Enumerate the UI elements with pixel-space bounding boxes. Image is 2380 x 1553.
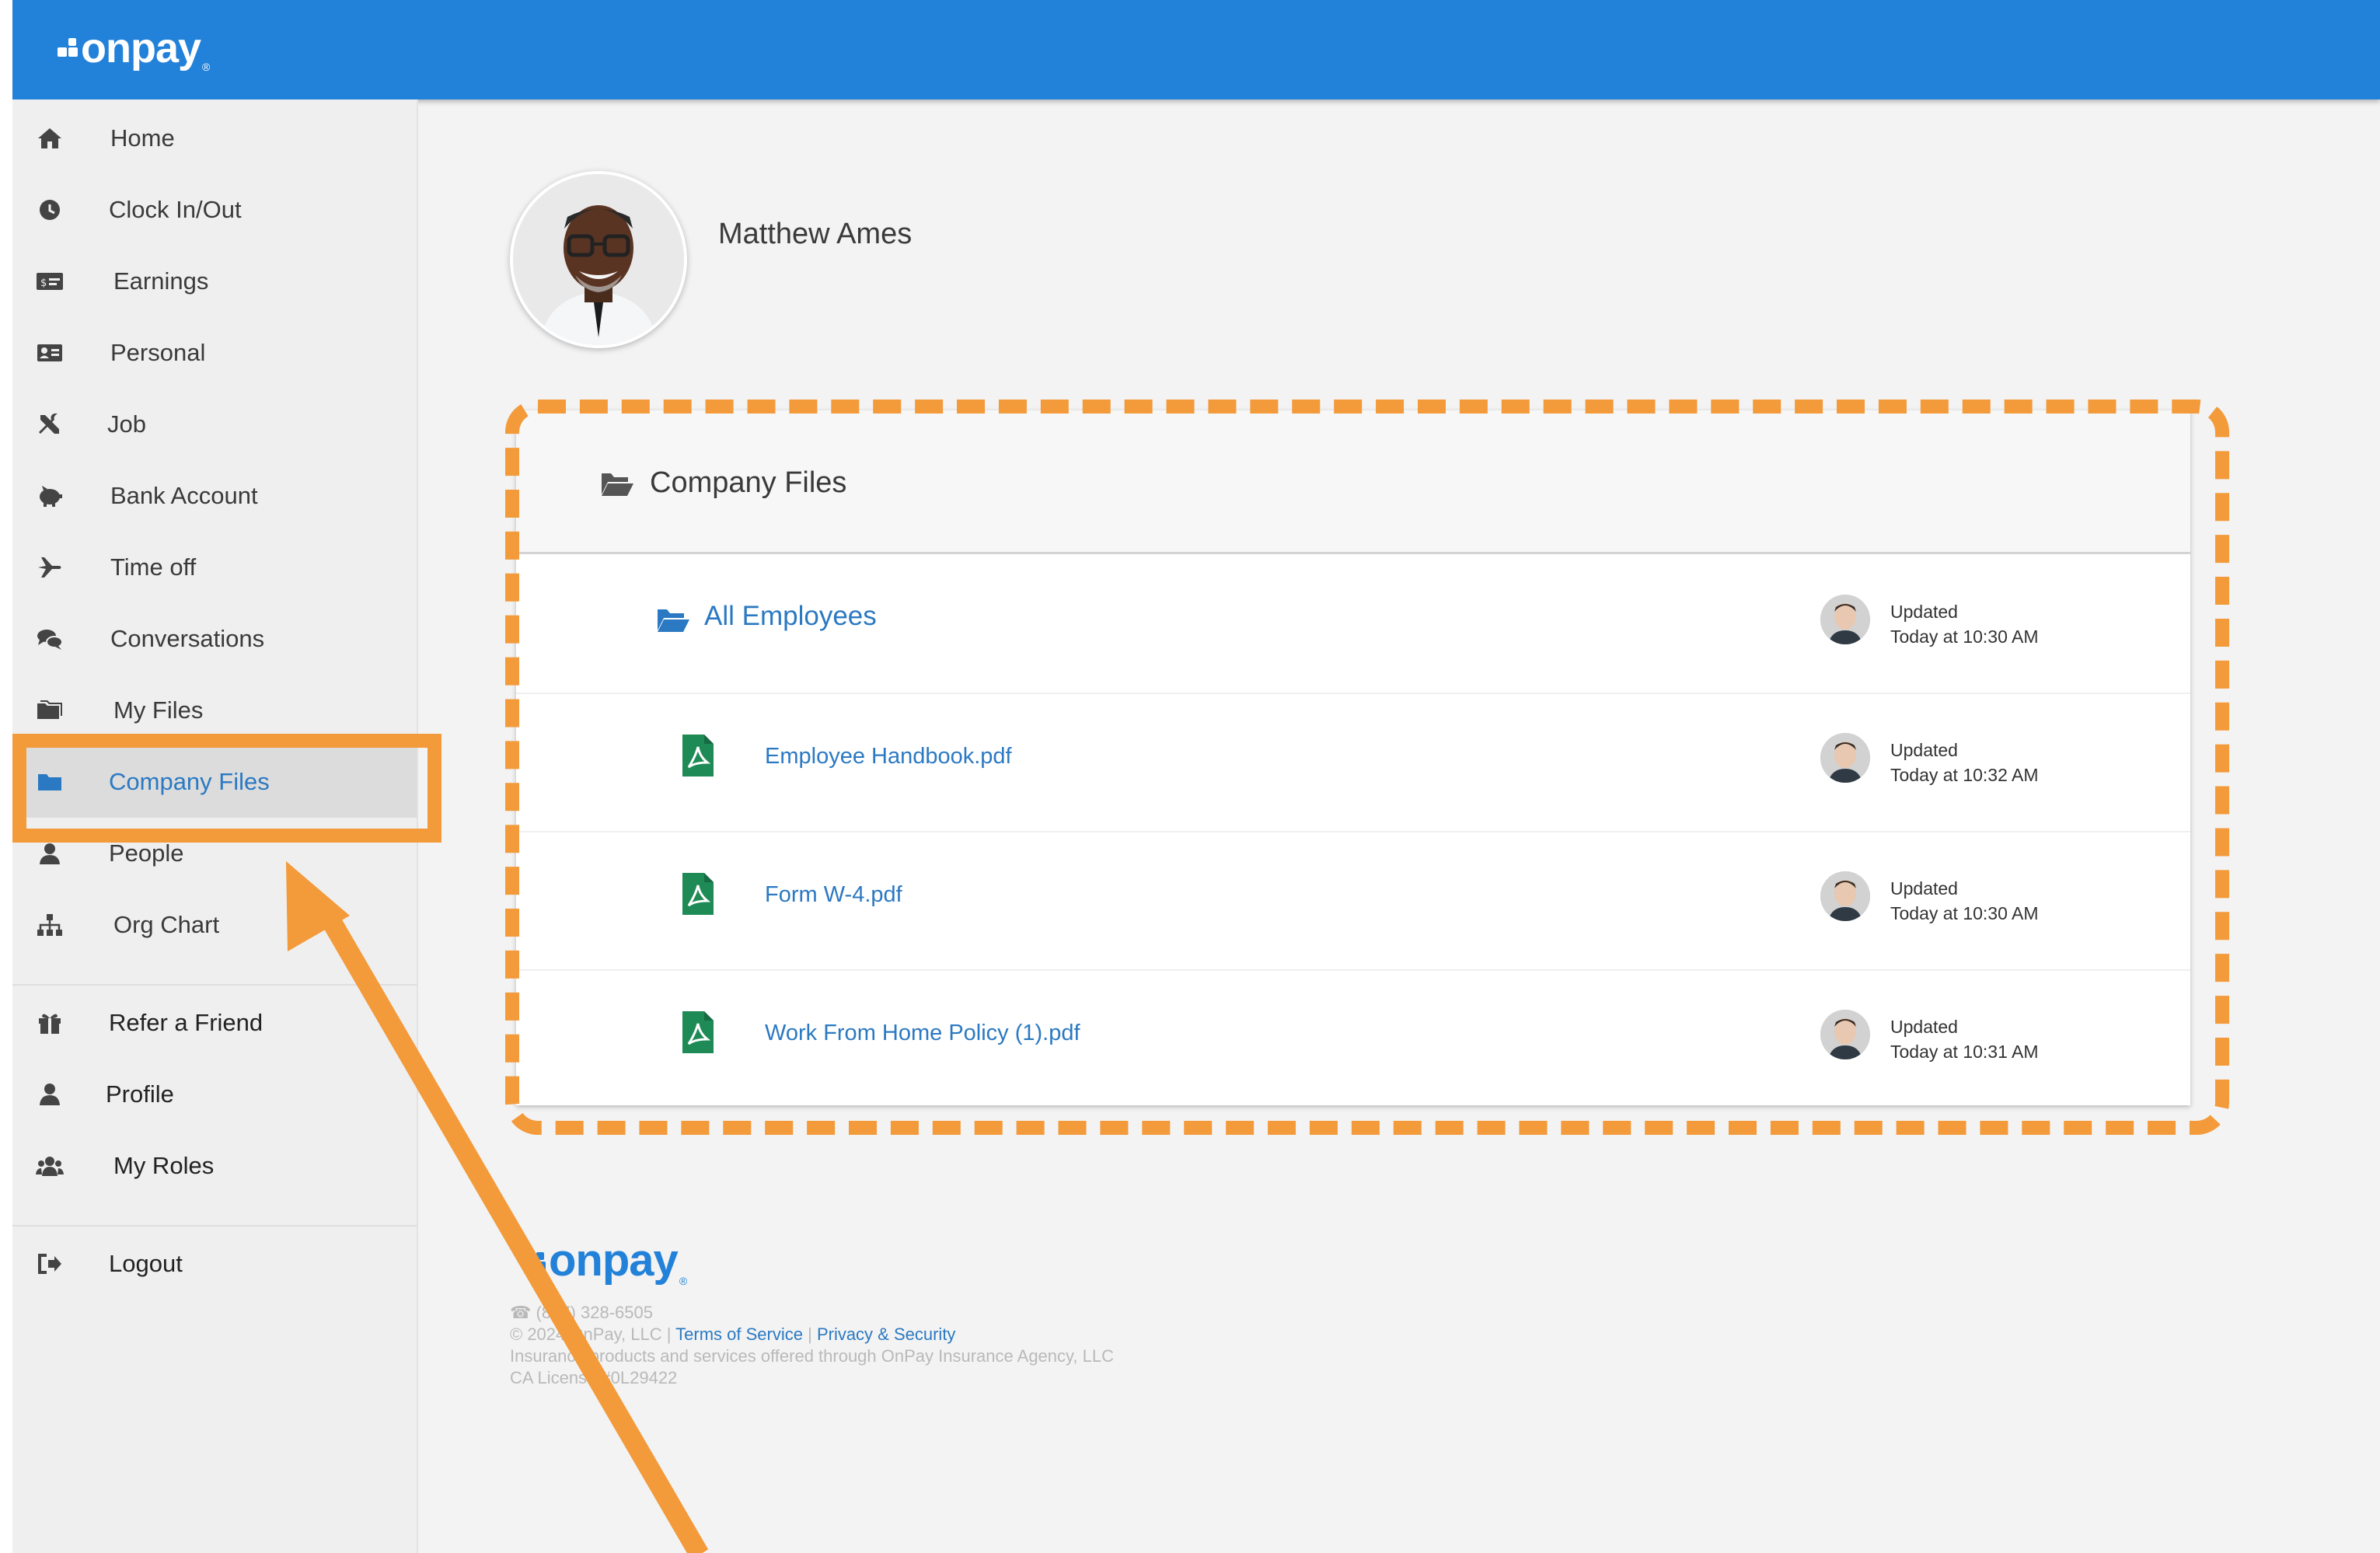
app-frame: onpay ® Home Clock In/Out $ Earnings Per… [12, 0, 2380, 1553]
annotation-arrow [286, 861, 709, 1553]
